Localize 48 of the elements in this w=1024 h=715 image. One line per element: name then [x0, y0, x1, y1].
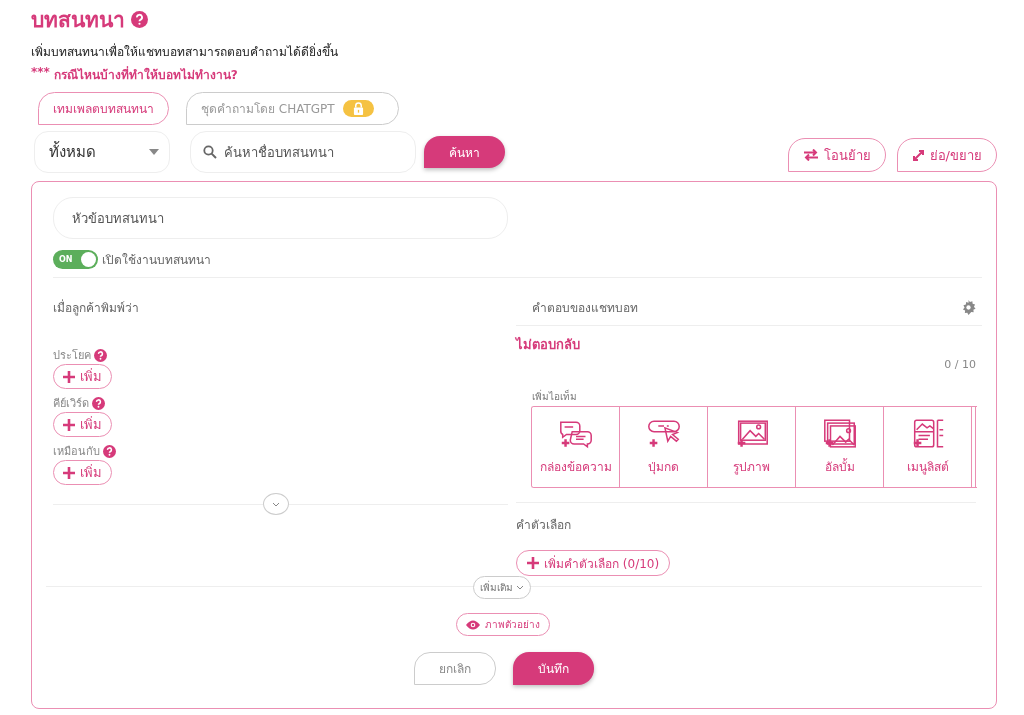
description-text: เพิ่มบทสนทนาเพื่อให้แชทบอทสามารถตอบคำถามได้ดียิ่งขึ้น — [31, 42, 339, 61]
items-label: เพิ่มไอเท็ม — [532, 389, 578, 404]
more-button[interactable]: เพิ่มเติม — [473, 576, 531, 599]
expand-icon — [911, 148, 925, 162]
search-icon — [203, 145, 217, 159]
plus-icon — [63, 466, 75, 479]
chevron-down-icon — [271, 501, 280, 507]
cancel-button[interactable]: ยกเลิก — [414, 652, 496, 685]
field-label: คีย์เวิร์ด — [53, 396, 89, 412]
add-option-button[interactable]: เพิ่มคำตัวเลือก (0/10) — [516, 550, 671, 576]
section-heading: เมื่อลูกค้าพิมพ์ว่า — [53, 298, 140, 317]
asterisks: *** — [31, 65, 50, 81]
category-dropdown[interactable]: ทั้งหมด — [34, 131, 170, 173]
preview-button[interactable]: ภาพตัวอย่าง — [455, 613, 550, 636]
item-counter: 0 / 10 — [943, 358, 977, 371]
item-type-button[interactable]: กล่องข้อความ — [532, 407, 620, 487]
transfer-button[interactable]: โอนย้าย — [787, 138, 886, 172]
toggle-label: เปิดใช้งานบทสนทนา — [102, 252, 211, 269]
add-button[interactable]: เพิ่ม — [53, 364, 112, 389]
add-button[interactable]: เพิ่ม — [53, 460, 112, 485]
settings-icon[interactable] — [961, 300, 976, 315]
tab[interactable]: ชุดคำถามโดย CHATGPT — [186, 92, 399, 125]
add-button[interactable]: เพิ่ม — [53, 412, 112, 437]
field-label: ประโยค — [53, 348, 91, 364]
response-status: ไม่ตอบกลับ — [516, 336, 581, 354]
section-heading: คำตอบของแชทบอท — [532, 300, 638, 317]
help-link[interactable]: กรณีไหนบ้างที่ทำให้บอทไม่ทำงาน? — [53, 65, 238, 84]
eye-icon — [465, 619, 480, 630]
help-icon[interactable] — [94, 348, 107, 362]
save-button[interactable]: บันทึก — [513, 652, 594, 685]
section-heading: คำตัวเลือก — [516, 502, 976, 534]
plus-icon — [63, 418, 75, 431]
page-title: บทสนทนา — [31, 6, 125, 34]
topic-field[interactable]: หัวข้อบทสนทนา — [53, 197, 508, 239]
toggle-switch[interactable]: ON — [53, 250, 98, 269]
help-icon[interactable] — [131, 10, 148, 28]
caret-icon — [149, 149, 159, 155]
field-label: เหมือนกับ — [53, 444, 100, 460]
swap-arrows-icon — [802, 149, 819, 161]
search-field[interactable]: ค้นหาชื่อบทสนทนา — [190, 131, 416, 173]
tab[interactable]: เทมเพลตบทสนทนา — [38, 92, 169, 125]
plus-icon — [527, 557, 539, 569]
help-icon[interactable] — [92, 396, 105, 410]
expand-button[interactable]: ย่อ/ขยาย — [896, 138, 997, 172]
chevron-down-icon — [516, 585, 524, 590]
search-button[interactable]: ค้นหา — [424, 136, 505, 168]
help-icon[interactable] — [103, 444, 116, 458]
plus-icon — [63, 370, 75, 383]
